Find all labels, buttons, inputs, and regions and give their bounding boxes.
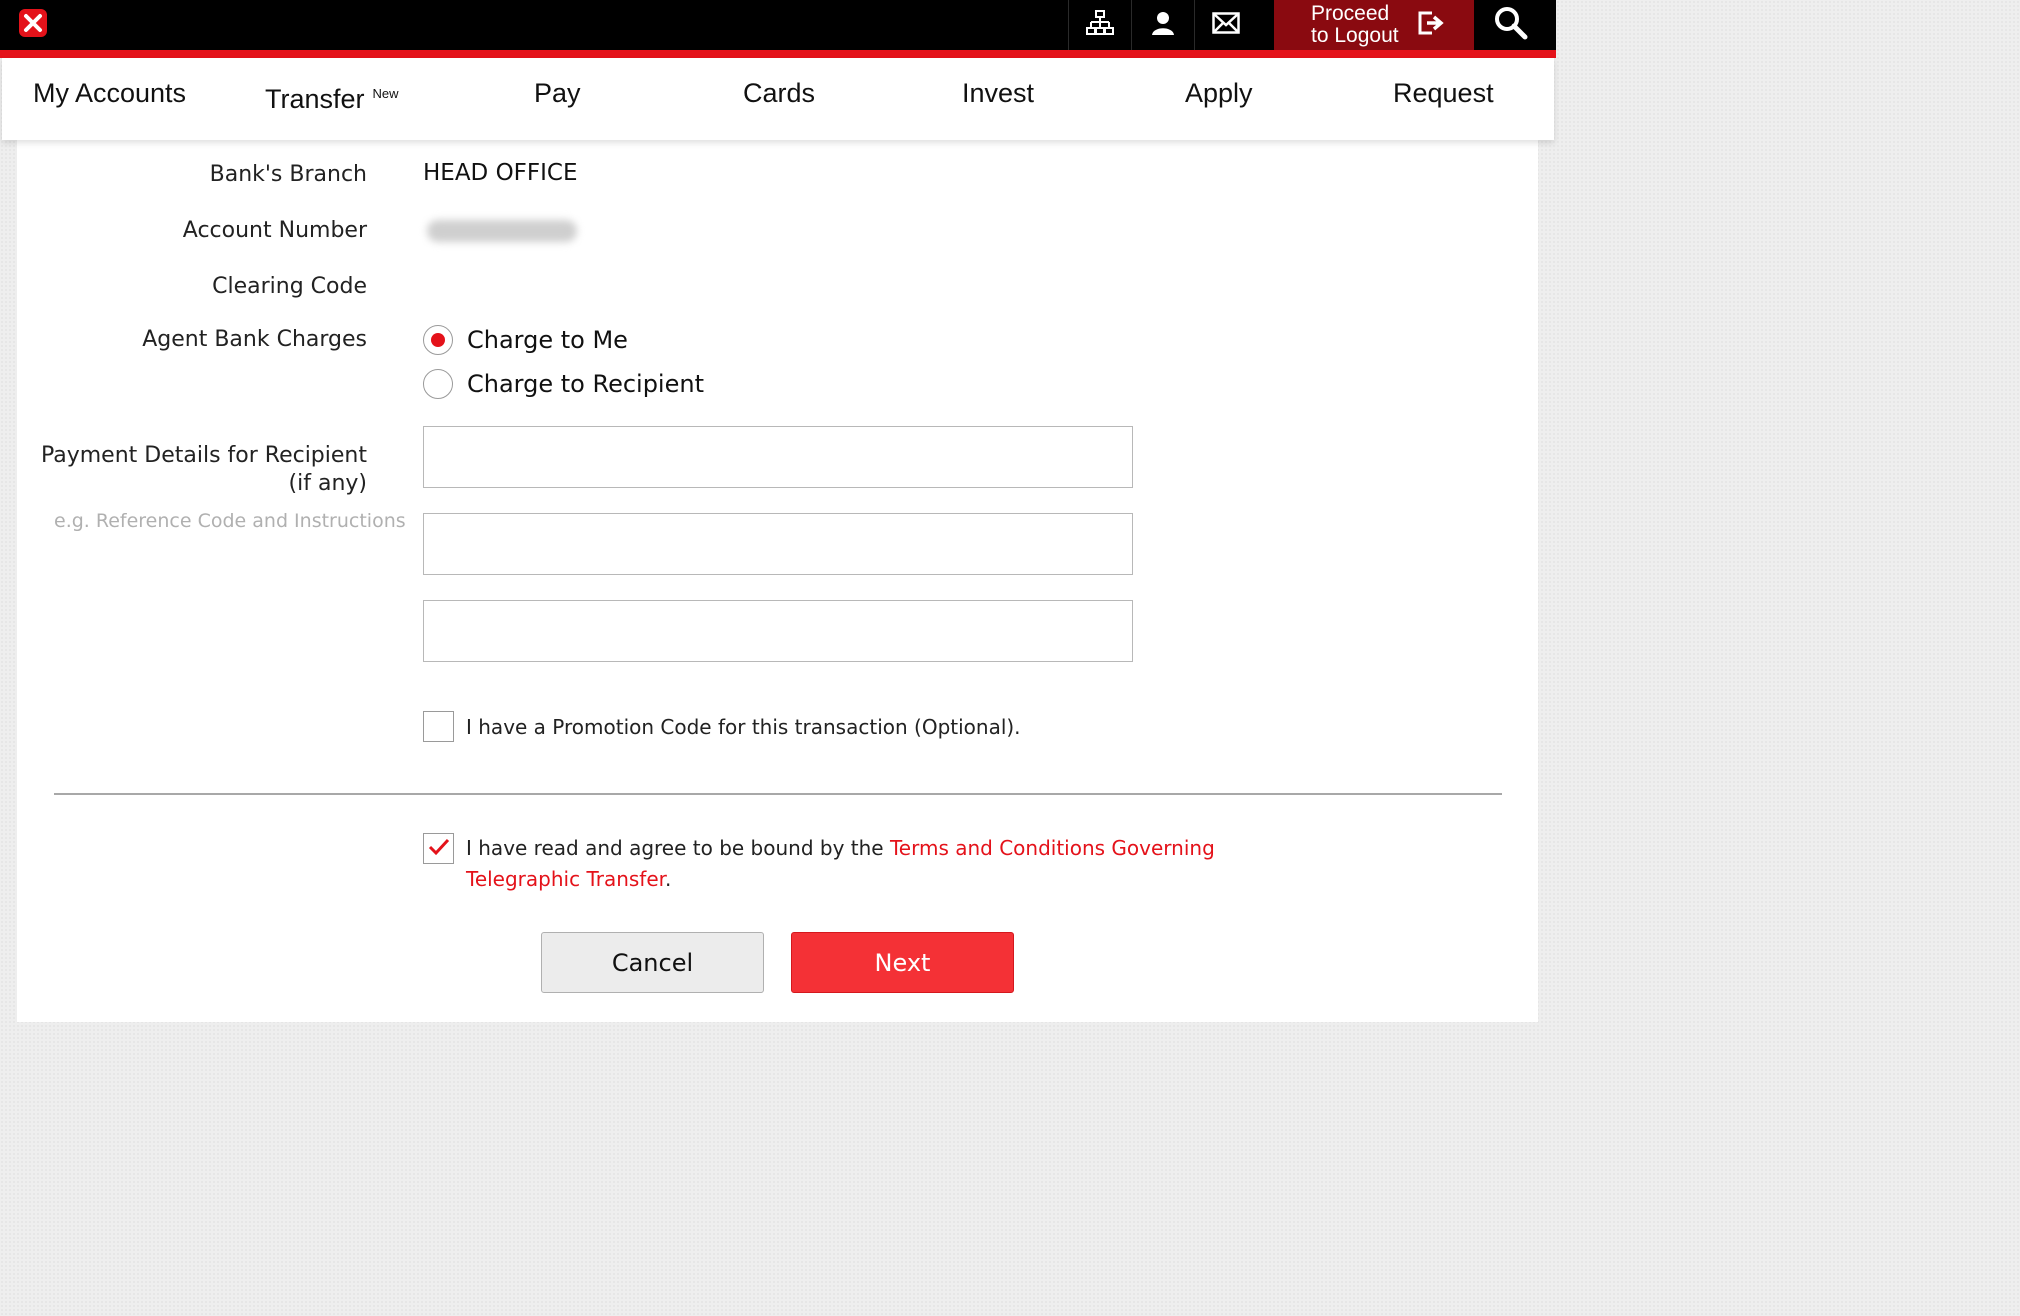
terms-suffix: . <box>665 867 672 891</box>
account-number-value-redacted <box>427 220 577 242</box>
branch-label: Bank's Branch <box>209 162 367 187</box>
account-number-label: Account Number <box>182 218 367 243</box>
accent-line <box>0 50 1556 58</box>
nav-label: My Accounts <box>33 78 187 108</box>
payment-details-sublabel: (if any) <box>288 471 367 496</box>
sitemap-button[interactable] <box>1068 0 1130 50</box>
search-icon <box>1494 6 1528 44</box>
nav-apply[interactable]: Apply <box>1185 78 1253 109</box>
nav-label: Invest <box>962 78 1035 108</box>
promo-code-label: I have a Promotion Code for this transac… <box>466 715 1021 739</box>
payment-details-label: Payment Details for Recipient <box>40 443 367 468</box>
user-icon <box>1150 10 1176 40</box>
next-button-label: Next <box>874 948 931 977</box>
nav-label: Request <box>1393 78 1494 108</box>
branch-value: HEAD OFFICE <box>423 160 578 186</box>
nav-label: Pay <box>534 78 581 108</box>
cancel-button-label: Cancel <box>611 948 694 977</box>
checkmark-icon <box>428 838 450 860</box>
radio-button-selected[interactable] <box>423 325 453 355</box>
nav-label: Cards <box>743 78 816 108</box>
mail-icon <box>1211 12 1240 38</box>
payment-details-line-3[interactable] <box>423 600 1133 662</box>
nav-label: Apply <box>1185 78 1253 108</box>
logout-label: Proceed to Logout <box>1311 2 1399 47</box>
next-button[interactable]: Next <box>791 932 1014 993</box>
promo-code-checkbox[interactable] <box>423 711 454 742</box>
payment-details-hint: e.g. Reference Code and Instructions <box>54 510 406 532</box>
radio-label: Charge to Recipient <box>467 370 704 398</box>
terms-text-line-2: Telegraphic Transfer. <box>466 867 671 891</box>
nav-transfer[interactable]: Transfer New <box>265 84 399 115</box>
terms-link-line-2[interactable]: Telegraphic Transfer <box>466 867 665 891</box>
section-divider <box>54 793 1502 795</box>
transfer-form-panel: Bank's Branch HEAD OFFICE Account Number… <box>17 140 1538 1022</box>
search-button[interactable] <box>1476 0 1546 50</box>
nav-pay[interactable]: Pay <box>534 78 581 109</box>
radio-charge-to-recipient[interactable]: Charge to Recipient <box>423 369 704 399</box>
profile-button[interactable] <box>1131 0 1193 50</box>
terms-checkbox[interactable] <box>423 833 454 864</box>
logout-button[interactable]: Proceed to Logout <box>1274 0 1474 50</box>
terms-prefix: I have read and agree to be bound by the <box>466 836 890 860</box>
nav-cards[interactable]: Cards <box>743 78 815 109</box>
top-bar: Proceed to Logout <box>0 0 1556 52</box>
nav-label: Transfer <box>265 84 365 114</box>
terms-text: I have read and agree to be bound by the… <box>466 836 1215 860</box>
clearing-code-label: Clearing Code <box>212 274 367 299</box>
main-nav: My Accounts Transfer New Pay Cards Invest… <box>2 58 1554 140</box>
radio-button[interactable] <box>423 369 453 399</box>
radio-dot <box>431 333 445 347</box>
agent-bank-charges-label: Agent Bank Charges <box>142 327 367 352</box>
radio-label: Charge to Me <box>467 326 628 354</box>
cancel-button[interactable]: Cancel <box>541 932 764 993</box>
nav-my-accounts[interactable]: My Accounts <box>33 78 186 109</box>
new-badge: New <box>372 86 399 101</box>
payment-details-line-1[interactable] <box>423 426 1133 488</box>
bank-logo-icon[interactable] <box>18 8 48 38</box>
mailbox-button[interactable] <box>1194 0 1256 50</box>
logout-icon <box>1417 9 1445 41</box>
nav-invest[interactable]: Invest <box>962 78 1034 109</box>
terms-link-line-1[interactable]: Terms and Conditions Governing <box>890 836 1215 860</box>
sitemap-icon <box>1085 10 1114 40</box>
nav-request[interactable]: Request <box>1393 78 1494 109</box>
radio-charge-to-me[interactable]: Charge to Me <box>423 325 628 355</box>
payment-details-line-2[interactable] <box>423 513 1133 575</box>
